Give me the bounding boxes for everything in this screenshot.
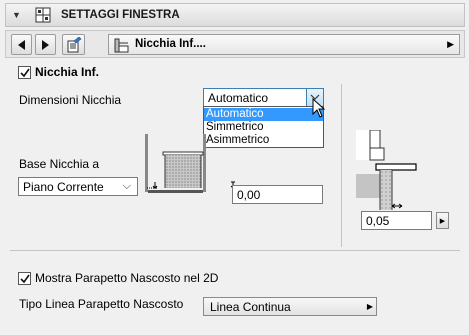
collapse-triangle-icon[interactable]: ▼ xyxy=(12,10,21,20)
niche-icon xyxy=(114,38,129,53)
section-header[interactable]: ▼ SETTAGGI FINESTRA xyxy=(5,3,465,27)
panel-navigation-bar: Nicchia Inf.... ▶ xyxy=(5,30,465,58)
tipo-linea-label: Tipo Linea Parapetto Nascosto xyxy=(19,297,184,311)
next-panel-button[interactable] xyxy=(35,34,56,55)
arrow-right-icon xyxy=(42,39,49,50)
horizontal-divider xyxy=(10,250,460,251)
mouse-cursor-icon xyxy=(312,98,326,118)
tipo-linea-value: Linea Continua xyxy=(210,300,291,314)
option-automatico[interactable]: Automatico xyxy=(204,108,323,121)
checkmark-icon xyxy=(19,68,30,77)
nicchia-inf-checkbox[interactable] xyxy=(18,66,31,79)
panel-title: Nicchia Inf.... xyxy=(135,38,206,50)
sill-offset-stepper[interactable]: ▶ xyxy=(436,212,449,229)
chevron-right-icon: ▶ xyxy=(447,39,454,49)
dimensioni-nicchia-select[interactable]: Automatico xyxy=(203,88,324,107)
mostra-parapetto-checkbox[interactable] xyxy=(18,272,31,285)
niche-section-diagram xyxy=(145,134,235,193)
sill-offset-value: 0,05 xyxy=(366,214,390,228)
panel-list-button[interactable] xyxy=(62,34,85,55)
base-offset-value: 0,00 xyxy=(237,188,261,202)
section-title: SETTAGGI FINESTRA xyxy=(61,9,180,21)
mostra-parapetto-label: Mostra Parapetto Nascosto nel 2D xyxy=(35,271,219,285)
vertical-divider xyxy=(341,84,342,247)
nicchia-inf-label: Nicchia Inf. xyxy=(35,65,100,79)
chevron-right-icon: ▶ xyxy=(366,302,373,311)
sill-detail-diagram xyxy=(356,130,417,210)
base-offset-input[interactable]: 0,00 xyxy=(232,185,323,204)
chevron-down-icon: ⌵ xyxy=(122,180,131,192)
dimensioni-nicchia-value: Automatico xyxy=(208,91,269,105)
checkmark-icon xyxy=(19,274,30,283)
arrow-right-icon: ▶ xyxy=(439,217,446,225)
tipo-linea-popup[interactable]: Linea Continua ▶ xyxy=(203,297,377,316)
list-settings-icon xyxy=(67,36,81,52)
dimensioni-nicchia-label: Dimensioni Nicchia xyxy=(19,93,122,107)
arrow-left-icon xyxy=(18,39,25,50)
sill-offset-input[interactable]: 0,05 xyxy=(361,211,432,230)
base-nicchia-value: Piano Corrente xyxy=(23,180,104,194)
panel-selector[interactable]: Nicchia Inf.... ▶ xyxy=(108,34,460,55)
base-nicchia-select[interactable]: Piano Corrente ⌵ xyxy=(18,177,138,196)
window-settings-icon xyxy=(35,7,51,23)
base-nicchia-label: Base Nicchia a xyxy=(19,157,100,171)
previous-panel-button[interactable] xyxy=(11,34,32,55)
